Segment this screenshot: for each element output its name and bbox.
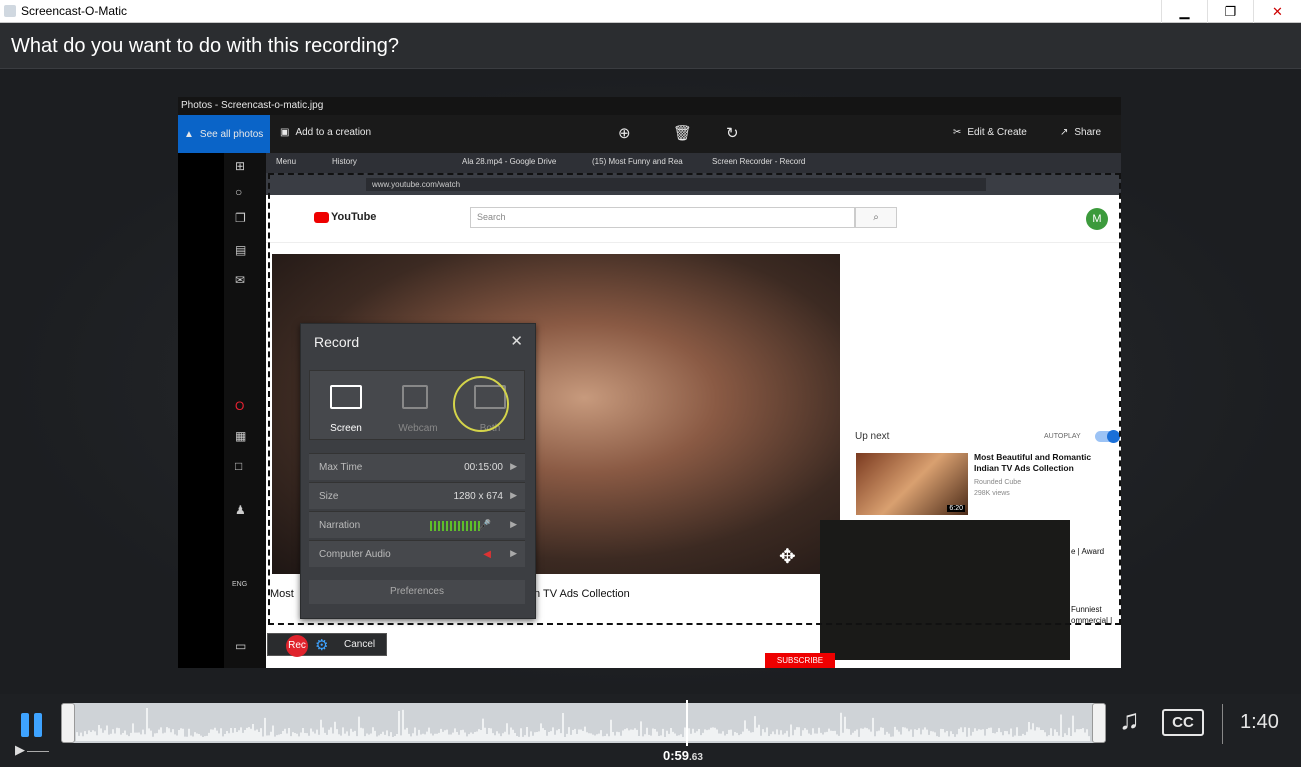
record-dialog-title: Record: [314, 334, 360, 350]
cursor-highlight-ring: [453, 376, 509, 432]
tab-menu: Menu: [276, 157, 297, 166]
captions-button[interactable]: CC: [1162, 709, 1204, 736]
mode-webcam-label: Webcam: [398, 423, 438, 434]
window-titlebar: Screencast-O-Matic ▁ ❐ ✕: [0, 0, 1301, 23]
delete-icon: 🗑: [673, 125, 693, 142]
webcam-icon: [402, 385, 428, 409]
playhead[interactable]: [686, 700, 688, 746]
edit-create-label: Edit & Create: [967, 127, 1027, 138]
chevron-right-icon: ▶: [510, 548, 517, 558]
see-all-label: See all photos: [199, 128, 264, 140]
mail-icon: ✉: [235, 273, 246, 287]
explorer-icon: ▤: [235, 243, 247, 257]
edit-icon: ✂: [953, 127, 962, 138]
preferences-button: Preferences: [309, 580, 525, 604]
chevron-right-icon: ▶: [510, 490, 517, 500]
option-size: Size 1280 x 674 ▶: [309, 482, 525, 509]
mode-screen-label: Screen: [330, 423, 362, 434]
option-narration: Narration 🎤 ▶: [309, 511, 525, 538]
photos-icon: ▲: [184, 128, 194, 140]
volume-slider[interactable]: [27, 751, 49, 752]
recording-preview: Photos - Screencast-o-matic.jpg ▲ See al…: [178, 97, 1121, 668]
photos-toolbar: ▲ See all photos ▣ Add to a creation ⊕ 🗑…: [178, 115, 1121, 153]
tab-screen-recorder: Screen Recorder - Record: [712, 157, 806, 166]
app-icon: [4, 5, 16, 17]
taskview-icon: ❐: [235, 211, 246, 225]
people-icon: ♟: [235, 503, 246, 517]
maximize-button[interactable]: ❐: [1207, 0, 1253, 23]
share-icon: ↗: [1060, 127, 1069, 138]
minimize-button[interactable]: ▁: [1161, 0, 1207, 23]
app-icon-3: □: [235, 459, 243, 473]
volume-icon[interactable]: ▶: [15, 742, 25, 758]
rotate-icon: ↻: [726, 125, 739, 142]
see-all-photos-button: ▲ See all photos: [178, 115, 270, 153]
trim-end-handle[interactable]: [1092, 703, 1106, 743]
page-title: What do you want to do with this recordi…: [11, 35, 399, 57]
rec-button: Rec: [286, 635, 308, 657]
photos-title: Photos - Screencast-o-matic.jpg: [181, 100, 324, 111]
option-computer-audio: Computer Audio ◀ ▶: [309, 540, 525, 567]
notification-icon: ▭: [235, 639, 247, 653]
gear-icon: ⚙: [315, 637, 329, 654]
audio-level-meter: [430, 521, 480, 531]
opera-icon: O: [235, 399, 245, 413]
tab-history: History: [332, 157, 357, 166]
windows-icon: ⊞: [235, 159, 246, 173]
waveform: [76, 708, 1090, 741]
close-button[interactable]: ✕: [1253, 0, 1301, 23]
subscribe-button: SUBSCRIBE: [765, 653, 835, 668]
divider: [1222, 704, 1223, 744]
record-dialog: Record ✕ Screen Webcam Both Max Time 00:…: [300, 323, 536, 619]
share: ↗ Share: [1060, 127, 1101, 138]
tab-drive: Ala 28.mp4 - Google Drive: [462, 157, 557, 166]
share-label: Share: [1074, 127, 1102, 138]
window-title: Screencast-O-Matic: [21, 4, 128, 18]
duration: 1:40: [1240, 711, 1279, 733]
browser-tabs: Menu History Ala 28.mp4 - Google Drive (…: [266, 153, 1121, 173]
add-creation-label: Add to a creation: [295, 127, 372, 138]
pause-button[interactable]: [20, 713, 44, 737]
cancel-button: Cancel: [344, 639, 376, 650]
chevron-right-icon: ▶: [510, 519, 517, 529]
mode-webcam: Webcam: [382, 371, 454, 441]
microphone-icon: 🎤: [478, 520, 491, 531]
language-indicator: ENG: [232, 581, 248, 588]
photos-titlebar: Photos - Screencast-o-matic.jpg: [178, 97, 1121, 115]
trim-start-handle[interactable]: [61, 703, 75, 743]
option-max-time: Max Time 00:15:00 ▶: [309, 453, 525, 480]
left-strip: [178, 153, 224, 668]
mode-screen: Screen: [310, 371, 382, 441]
creation-icon: ▣: [280, 127, 290, 138]
windows-taskbar: ⊞ ○ ❐ ▤ ✉ O ▦ □ ♟ ENG ▭: [224, 153, 266, 668]
edit-create: ✂ Edit & Create: [953, 127, 1027, 138]
add-to-creation: ▣ Add to a creation: [280, 127, 371, 138]
music-icon[interactable]: ♫: [1119, 704, 1140, 736]
app-icon-2: ▦: [235, 429, 247, 443]
close-icon: ✕: [510, 333, 523, 350]
audio-waveform-timeline[interactable]: [61, 703, 1106, 743]
cortana-icon: ○: [235, 185, 243, 199]
player-controls: ▶ 0:59.63 ♫ CC 1:40: [0, 694, 1301, 767]
zoom-icon: ⊕: [618, 125, 631, 142]
header: What do you want to do with this recordi…: [0, 23, 1301, 69]
record-bar: Rec ⚙ Cancel: [267, 633, 387, 657]
chevron-right-icon: ▶: [510, 461, 517, 471]
speaker-muted-icon: ◀: [483, 549, 491, 560]
current-time: 0:59.63: [663, 748, 703, 763]
screen-icon: [330, 385, 362, 409]
tab-youtube: (15) Most Funny and Rea: [592, 157, 683, 166]
